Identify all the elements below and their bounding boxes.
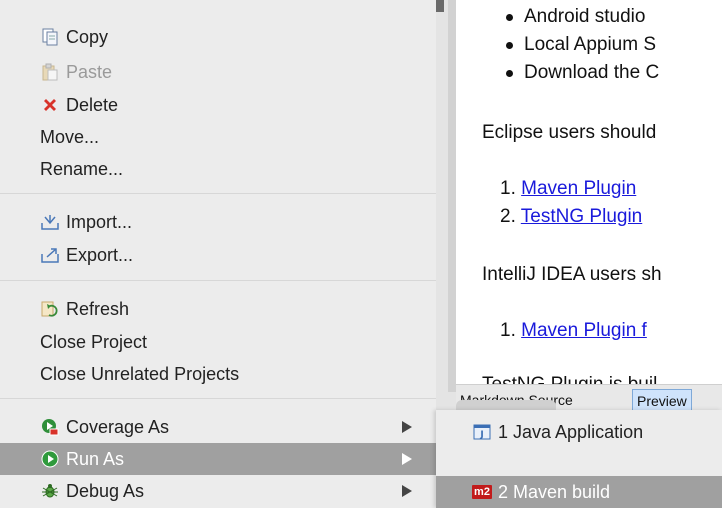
menu-item-label: Copy: [66, 26, 109, 47]
maven-badge: m2: [472, 485, 492, 499]
submenu-item-label: 2 Maven build: [498, 481, 611, 502]
submenu-item-maven-build[interactable]: m2 2 Maven build: [436, 476, 722, 508]
maven-plugin-link[interactable]: Maven Plugin f: [521, 320, 647, 341]
menu-separator: [0, 193, 436, 194]
menu-item-label: Rename...: [40, 158, 124, 179]
menu-item-refresh[interactable]: Refresh: [0, 293, 436, 325]
menu-item-coverage-as[interactable]: Coverage As: [0, 411, 436, 443]
maven-icon: m2: [472, 483, 492, 501]
export-icon: [40, 245, 60, 265]
menu-item-label: Refresh: [66, 298, 130, 319]
menu-item-label: Close Project: [40, 331, 148, 352]
copy-icon: [40, 27, 60, 47]
menu-item-label: Import...: [66, 211, 133, 232]
refresh-icon: [40, 299, 60, 319]
testng-plugin-link[interactable]: TestNG Plugin: [521, 206, 642, 227]
menu-item-debug-as[interactable]: Debug As: [0, 475, 436, 507]
preview-list-item: 2. TestNG Plugin: [500, 206, 642, 228]
submenu-arrow-icon: [402, 453, 412, 465]
scrollbar-thumb[interactable]: [436, 0, 444, 12]
menu-item-label: Delete: [66, 94, 119, 115]
svg-text:J: J: [479, 430, 483, 440]
menu-item-copy[interactable]: Copy: [0, 21, 436, 53]
list-number: 2.: [500, 206, 516, 227]
menu-item-label: Debug As: [66, 480, 145, 501]
menu-item-label: Export...: [66, 244, 134, 265]
menu-item-label: Run As: [66, 448, 125, 469]
menu-item-export[interactable]: Export...: [0, 239, 436, 271]
context-menu: Copy Paste Delete Move... Rename... Impo…: [0, 0, 436, 508]
submenu-arrow-icon: [402, 421, 412, 433]
preview-bullet: Local Appium S: [505, 34, 657, 55]
markdown-preview: Android studio Local Appium S Download t…: [456, 0, 722, 384]
paste-icon: [40, 62, 60, 82]
menu-item-close-unrelated-projects[interactable]: Close Unrelated Projects: [0, 358, 436, 390]
preview-paragraph: TestNG Plugin is buil: [482, 374, 657, 384]
run-icon: [40, 449, 60, 469]
list-number: 1.: [500, 320, 516, 341]
menu-item-label: Coverage As: [66, 416, 170, 437]
menu-item-delete[interactable]: Delete: [0, 89, 436, 121]
list-number: 1.: [500, 178, 516, 199]
delete-icon: [40, 95, 60, 115]
menu-separator: [0, 398, 436, 399]
maven-plugin-link[interactable]: Maven Plugin: [521, 178, 636, 199]
editor-pane-border: [448, 0, 456, 392]
submenu-item-java-application[interactable]: J 1 Java Application: [436, 416, 722, 448]
menu-item-run-as[interactable]: Run As: [0, 443, 436, 475]
menu-item-label: Move...: [40, 126, 100, 147]
menu-separator: [0, 280, 436, 281]
run-as-submenu: J 1 Java Application m2 2 Maven build: [436, 410, 722, 508]
preview-list-item: 1. Maven Plugin: [500, 178, 636, 200]
import-icon: [40, 212, 60, 232]
menu-item-rename[interactable]: Rename...: [0, 153, 436, 185]
menu-item-import[interactable]: Import...: [0, 206, 436, 238]
coverage-icon: [40, 417, 60, 437]
menu-item-close-project[interactable]: Close Project: [0, 326, 436, 358]
menu-item-move[interactable]: Move...: [0, 121, 436, 153]
preview-paragraph: IntelliJ IDEA users sh: [482, 264, 662, 285]
submenu-arrow-icon: [402, 485, 412, 497]
preview-bullet: Download the C: [505, 62, 660, 83]
debug-icon: [40, 481, 60, 501]
preview-paragraph: Eclipse users should: [482, 122, 657, 143]
submenu-item-label: 1 Java Application: [498, 421, 644, 442]
menu-item-label: Paste: [66, 61, 113, 82]
preview-bullet: Android studio: [505, 6, 646, 27]
preview-list-item: 1. Maven Plugin f: [500, 320, 647, 342]
menu-item-paste[interactable]: Paste: [0, 56, 436, 88]
menu-item-label: Close Unrelated Projects: [40, 363, 240, 384]
java-application-icon: J: [472, 423, 492, 441]
